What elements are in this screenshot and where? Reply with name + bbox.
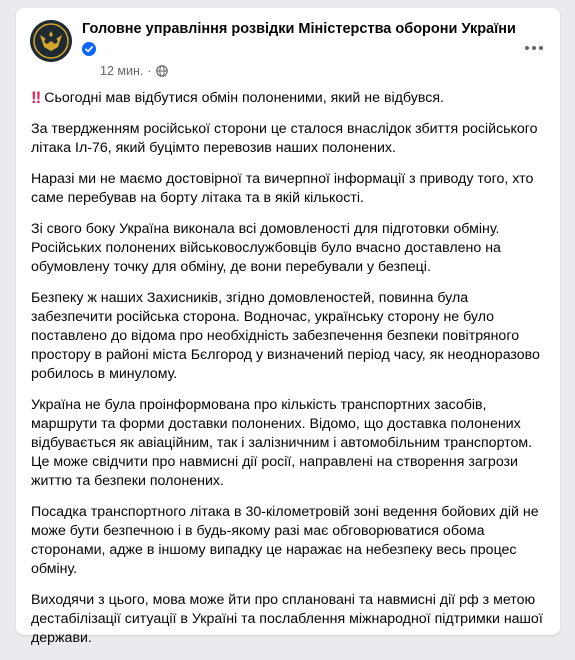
meta-separator: · — [147, 64, 152, 78]
post-header: Головне управління розвідки Міністерства… — [16, 8, 560, 80]
post-paragraph: За твердженням російської сторони це ста… — [31, 121, 538, 156]
double-exclamation-icon: ‼ — [31, 88, 41, 107]
post-meta: 12 мин. · — [100, 64, 168, 78]
post-paragraph: Безпеку ж наших Захисників, згідно домов… — [31, 290, 540, 382]
post-paragraph: ‼ Сьогодні мав відбутися обмін полоненими… — [31, 88, 444, 107]
post-text: ‼ Сьогодні мав відбутися обмін полоненими… — [31, 88, 547, 660]
verified-badge-icon — [82, 42, 96, 56]
author-name[interactable]: Головне управління розвідки Міністерства… — [82, 21, 516, 37]
post-card: Головне управління розвідки Міністерства… — [16, 8, 560, 646]
owl-emblem-icon — [30, 20, 72, 62]
post-paragraph: Україна не була проінформована про кільк… — [31, 397, 533, 489]
avatar[interactable] — [30, 20, 72, 62]
post-paragraph: Наразі ми не маємо достовірної та вичерп… — [31, 171, 534, 206]
post-paragraph: Виходячи з цього, мова може йти про спла… — [31, 592, 543, 646]
globe-icon[interactable] — [155, 65, 168, 77]
more-options-button[interactable] — [520, 38, 548, 58]
more-options-icon — [525, 46, 529, 50]
post-paragraph: Зі свого боку Україна виконала всі домов… — [31, 221, 501, 275]
post-paragraph: Посадка транспортного літака в 30-кіломе… — [31, 504, 539, 577]
post-timestamp[interactable]: 12 мин. — [100, 64, 143, 78]
